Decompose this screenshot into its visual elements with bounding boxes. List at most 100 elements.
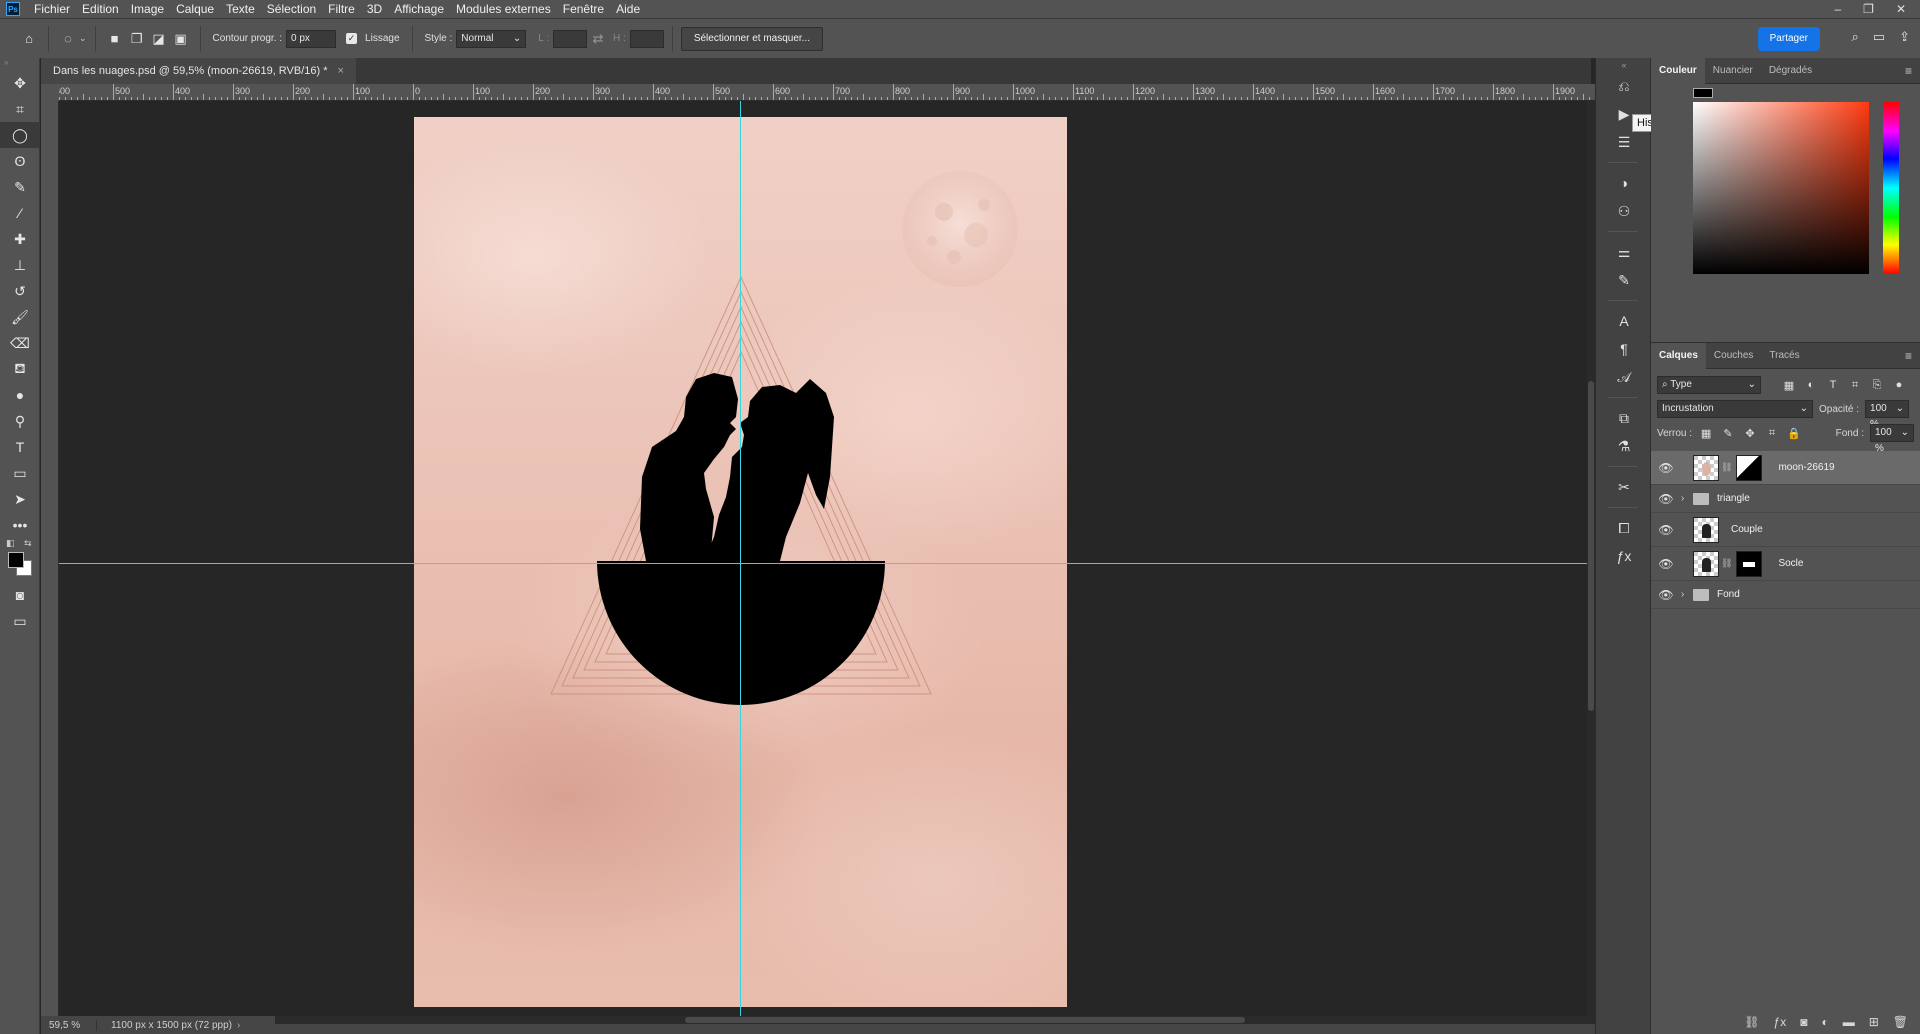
vertical-guide[interactable]: [740, 101, 741, 1016]
menu-edition[interactable]: Edition: [76, 0, 125, 18]
menu-texte[interactable]: Texte: [220, 0, 261, 18]
chevron-right-icon[interactable]: ›: [237, 1020, 240, 1031]
intersect-selection-icon[interactable]: ▣: [170, 28, 192, 50]
visibility-eye-icon[interactable]: 👁: [1651, 461, 1681, 475]
menu-fichier[interactable]: Fichier: [28, 0, 76, 18]
tab-traces[interactable]: Tracés: [1761, 343, 1807, 369]
export-icon[interactable]: ⇪: [1899, 29, 1910, 45]
elliptical-marquee-preset-icon[interactable]: ◌: [57, 28, 79, 50]
layer-group-triangle[interactable]: 👁 › triangle: [1651, 485, 1920, 513]
adjustments-panel-icon[interactable]: ☰: [1596, 128, 1652, 156]
layer-name[interactable]: moon-26619: [1778, 462, 1834, 473]
panel-menu-icon[interactable]: ≡: [1905, 349, 1912, 363]
visibility-eye-icon[interactable]: 👁: [1651, 492, 1681, 506]
quick-mask-icon[interactable]: ◙: [0, 582, 40, 608]
history-panel-icon[interactable]: ⎌: [1596, 72, 1652, 100]
visibility-eye-icon[interactable]: 👁: [1651, 523, 1681, 537]
swap-colors-icon[interactable]: ⇆: [24, 538, 32, 549]
tool-presets-panel-icon[interactable]: ✂: [1596, 473, 1652, 501]
filter-toggle-icon[interactable]: ●: [1891, 379, 1907, 391]
restore-icon[interactable]: ❐: [1863, 2, 1874, 16]
grip-icon[interactable]: »: [0, 58, 39, 70]
canvas-area[interactable]: [59, 101, 1587, 1016]
healing-brush-tool-icon[interactable]: ✚: [0, 226, 40, 252]
visibility-eye-icon[interactable]: 👁: [1651, 557, 1681, 571]
move-tool-icon[interactable]: ✥: [0, 70, 40, 96]
layer-name[interactable]: Socle: [1778, 558, 1803, 569]
style-select[interactable]: Normal ⌄: [456, 29, 527, 48]
crop-tool-icon[interactable]: ⌗: [0, 96, 40, 122]
color-picker-field[interactable]: [1693, 102, 1869, 274]
blur-tool-icon[interactable]: ●: [0, 382, 40, 408]
collapse-icon[interactable]: «: [1596, 58, 1652, 72]
elliptical-marquee-tool-icon[interactable]: ◯: [0, 122, 40, 148]
glyphs-panel-icon[interactable]: 𝒜: [1596, 363, 1652, 391]
menu-affichage[interactable]: Affichage: [388, 0, 450, 18]
width-input[interactable]: [553, 29, 588, 48]
layer-thumbnail[interactable]: [1693, 550, 1719, 577]
chevron-down-icon[interactable]: ⌄: [79, 33, 87, 44]
styles-panel-icon[interactable]: ⚇: [1596, 197, 1652, 225]
blend-mode-select[interactable]: Incrustation ⌄: [1657, 400, 1813, 418]
color-wheel-panel-icon[interactable]: ◑: [1596, 169, 1652, 197]
lock-position-icon[interactable]: ✥: [1742, 427, 1758, 440]
new-layer-icon[interactable]: ⊞: [1869, 1015, 1879, 1029]
menu-image[interactable]: Image: [125, 0, 170, 18]
search-icon[interactable]: ⌕: [1852, 29, 1859, 45]
tab-nuancier[interactable]: Nuancier: [1705, 58, 1761, 84]
fill-input[interactable]: 100 % ⌄: [1870, 424, 1914, 454]
clone-stamp-tool-icon[interactable]: ⊥: [0, 252, 40, 278]
lock-pixels-icon[interactable]: ✎: [1720, 427, 1736, 440]
add-selection-icon[interactable]: ❐: [126, 28, 148, 50]
layer-name[interactable]: Couple: [1731, 524, 1763, 535]
layer-group-fond[interactable]: 👁 › Fond: [1651, 581, 1920, 609]
chain-link-icon[interactable]: ⛓: [1721, 558, 1732, 569]
pixel-filter-icon[interactable]: ▦: [1781, 379, 1797, 392]
layer-filter-select[interactable]: ⌕ Type ⌄: [1657, 376, 1761, 394]
paint-bucket-tool-icon[interactable]: ⛾: [0, 356, 40, 382]
link-layers-icon[interactable]: ⛓: [1744, 1015, 1759, 1029]
menu-fenetre[interactable]: Fenêtre: [557, 0, 610, 18]
vertical-scroll-thumb[interactable]: [1588, 381, 1594, 711]
antialias-checkbox[interactable]: ✓: [346, 33, 358, 44]
swap-dimensions-icon[interactable]: ⇄: [587, 28, 609, 50]
lock-all-icon[interactable]: 🔒: [1786, 427, 1802, 440]
feather-input[interactable]: 0 px: [286, 29, 337, 48]
layer-thumbnail[interactable]: [1693, 454, 1719, 481]
paragraph-panel-icon[interactable]: ¶: [1596, 335, 1652, 363]
more-tools-icon[interactable]: •••: [0, 512, 40, 538]
dodge-tool-icon[interactable]: ⚲: [0, 408, 40, 434]
layer-socle[interactable]: 👁 ⛓ Socle: [1651, 547, 1920, 581]
lasso-tool-icon[interactable]: ʘ: [0, 148, 40, 174]
new-group-icon[interactable]: ▬: [1843, 1015, 1855, 1029]
tab-couleur[interactable]: Couleur: [1651, 57, 1705, 84]
close-window-icon[interactable]: ✕: [1896, 2, 1906, 16]
ruler-origin[interactable]: [41, 84, 59, 101]
adjustment-layer-icon[interactable]: ◐: [1821, 1015, 1828, 1029]
current-color-swatch[interactable]: [1693, 88, 1713, 98]
eyedropper-tool-icon[interactable]: ⁄: [0, 200, 40, 226]
panel-menu-icon[interactable]: ≡: [1905, 64, 1912, 78]
shape-filter-icon[interactable]: ⌗: [1847, 379, 1863, 392]
menu-filtre[interactable]: Filtre: [322, 0, 361, 18]
add-mask-icon[interactable]: ◙: [1800, 1015, 1807, 1029]
share-button[interactable]: Partager: [1757, 27, 1820, 51]
layer-name[interactable]: Fond: [1717, 589, 1740, 600]
height-input[interactable]: [629, 29, 664, 48]
visibility-eye-icon[interactable]: 👁: [1651, 588, 1681, 602]
menu-3d[interactable]: 3D: [361, 0, 388, 18]
history-brush-tool-icon[interactable]: ↺: [0, 278, 40, 304]
opacity-input[interactable]: 100 % ⌄: [1865, 400, 1910, 430]
workspace-icon[interactable]: ▭: [1873, 29, 1885, 45]
menu-modules-externes[interactable]: Modules externes: [450, 0, 557, 18]
default-colors-icon[interactable]: ◧: [6, 538, 15, 549]
properties-panel-icon[interactable]: ⚌: [1596, 238, 1652, 266]
tab-couches[interactable]: Couches: [1706, 343, 1761, 369]
eraser-tool-icon[interactable]: ⌫: [0, 330, 40, 356]
path-selection-tool-icon[interactable]: ➤: [0, 486, 40, 512]
subtract-selection-icon[interactable]: ◪: [148, 28, 170, 50]
menu-selection[interactable]: Sélection: [261, 0, 322, 18]
chain-link-icon[interactable]: ⛓: [1721, 462, 1732, 473]
document-tab[interactable]: Dans les nuages.psd @ 59,5% (moon-26619,…: [41, 58, 356, 84]
tab-calques[interactable]: Calques: [1651, 342, 1706, 369]
